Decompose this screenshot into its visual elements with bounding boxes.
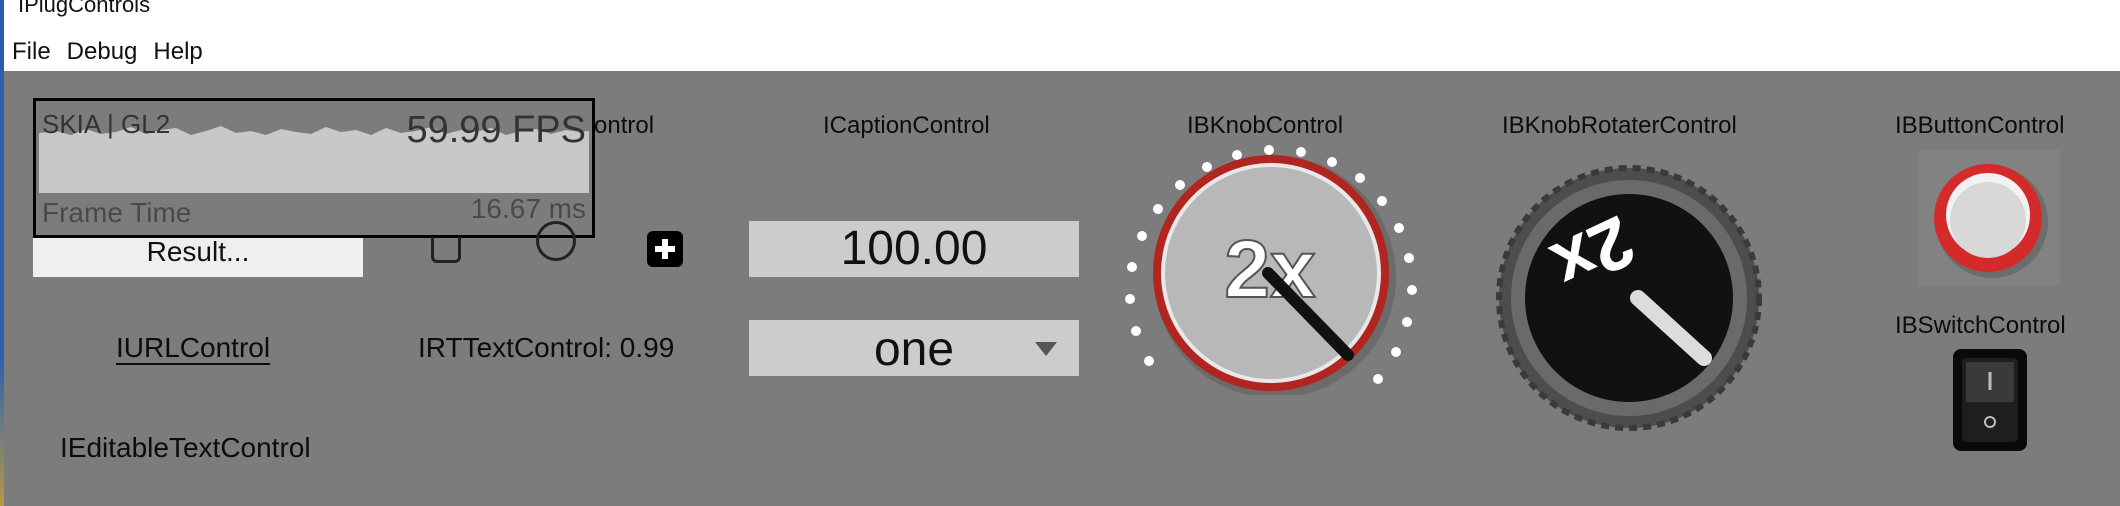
menu-debug[interactable]: Debug	[59, 34, 146, 70]
dropdown-selected-value: one	[873, 323, 955, 376]
bswitch-control[interactable]	[1952, 348, 2028, 452]
editable-text-control[interactable]: IEditableTextControl	[60, 432, 311, 464]
bknob-rotater-control[interactable]: 2x	[1494, 163, 1764, 433]
window-title: IPlugControls	[18, 0, 151, 17]
vector-switch-square[interactable]	[431, 237, 461, 263]
caption-value-box[interactable]: 100.00	[749, 221, 1079, 277]
bswitch-control-label: IBSwitchControl	[1895, 312, 2066, 339]
triangle-down-icon	[1035, 342, 1057, 356]
caption-control-label: ICaptionControl	[823, 112, 990, 139]
bbutton-control[interactable]	[1918, 150, 2060, 286]
bknob-rotater-label: IBKnobRotaterControl	[1502, 112, 1737, 139]
perf-backend: SKIA | GL2	[42, 109, 171, 139]
vector-radio-circle[interactable]	[536, 221, 576, 261]
bknob-control[interactable]: 2x	[1120, 125, 1420, 398]
menu-bar: File Debug Help	[4, 34, 2120, 70]
menu-help[interactable]: Help	[145, 34, 210, 70]
result-button[interactable]: Result...	[33, 237, 363, 277]
vector-controls-label: ontrol	[594, 112, 655, 139]
perf-display: SKIA | GL2 59.99 FPS Frame Time 16.67 ms	[33, 98, 595, 238]
perf-frame-time-label: Frame Time	[42, 197, 192, 228]
url-control-link[interactable]: IURLControl	[116, 332, 270, 364]
caption-dropdown[interactable]: one	[749, 320, 1079, 376]
rt-text-control: IRTTextControl: 0.99	[418, 332, 675, 363]
bbutton-control-label: IBButtonControl	[1895, 112, 2065, 139]
app-window: IPlugControls File Debug Help ontrol ICa…	[0, 0, 2120, 506]
plus-icon[interactable]	[647, 231, 683, 267]
menu-file[interactable]: File	[4, 34, 59, 70]
perf-fps: 59.99 FPS	[406, 109, 586, 151]
perf-frame-time-value: 16.67 ms	[470, 193, 586, 224]
